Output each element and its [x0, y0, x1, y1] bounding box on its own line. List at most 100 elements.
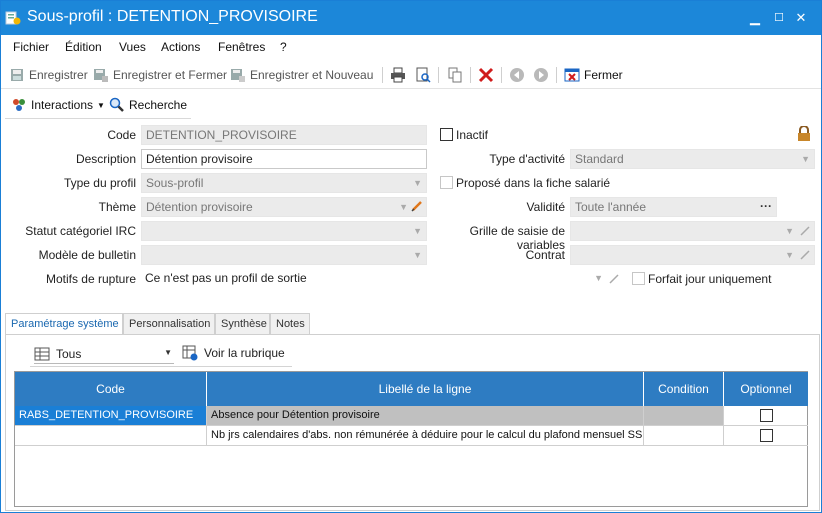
close-label: Fermer: [584, 68, 623, 82]
validite-value: Toute l'année: [575, 200, 647, 214]
contrat-select[interactable]: ▼: [570, 245, 815, 265]
description-label: Description: [75, 152, 136, 166]
table-row-condition[interactable]: [644, 426, 724, 446]
validite-label: Validité: [526, 200, 565, 214]
search-button[interactable]: Recherche: [109, 97, 187, 113]
previous-icon[interactable]: [509, 67, 525, 83]
window: Sous-profil : DETENTION_PROVISOIRE ▁ ☐ ✕…: [0, 0, 822, 513]
save-close-button[interactable]: Enregistrer et Fermer: [93, 65, 227, 85]
type-activite-select[interactable]: Standard ▼: [570, 149, 815, 169]
code-label: Code: [107, 128, 136, 142]
type-activite-value: Standard: [575, 152, 624, 166]
description-field[interactable]: Détention provisoire: [141, 149, 427, 169]
table-row-code[interactable]: [15, 426, 207, 446]
save-new-button[interactable]: Enregistrer et Nouveau: [230, 65, 373, 85]
inactif-checkbox[interactable]: [440, 128, 453, 141]
chevron-down-icon: ▼: [164, 348, 172, 357]
menu-vues[interactable]: Vues: [119, 40, 146, 54]
type-activite-label: Type d'activité: [489, 152, 565, 166]
tab-parametrage-systeme[interactable]: Paramétrage système: [5, 313, 123, 336]
view-rubrique-icon: [182, 345, 198, 361]
column-header-code[interactable]: Code: [15, 372, 207, 406]
menu-actions[interactable]: Actions: [161, 40, 200, 54]
motifs-rupture-select[interactable]: Ce n'est pas un profil de sortie ▼: [141, 269, 623, 289]
theme-label: Thème: [98, 200, 136, 214]
close-window-button[interactable]: ✕: [791, 9, 811, 27]
next-icon[interactable]: [533, 67, 549, 83]
menu-help[interactable]: ?: [280, 40, 287, 54]
tab-personnalisation[interactable]: Personnalisation: [123, 313, 215, 335]
edit-pencil-icon[interactable]: [411, 200, 423, 212]
close-button[interactable]: Fermer: [564, 65, 623, 85]
tab-notes[interactable]: Notes: [270, 313, 310, 335]
copy-icon[interactable]: [447, 67, 463, 83]
toolbar-separator: [438, 67, 439, 83]
motifs-rupture-value: Ce n'est pas un profil de sortie: [145, 271, 307, 285]
contrat-label: Contrat: [525, 248, 565, 262]
table-row-libelle[interactable]: Absence pour Détention provisoire: [207, 406, 644, 426]
modele-bulletin-label: Modèle de bulletin: [38, 248, 136, 262]
interactions-button[interactable]: Interactions ▼: [11, 97, 105, 113]
search-label: Recherche: [129, 98, 188, 112]
type-profil-select[interactable]: Sous-profil ▼: [141, 173, 427, 193]
save-new-icon: [231, 69, 245, 82]
modele-bulletin-select[interactable]: ▼: [141, 245, 427, 265]
table-row-libelle[interactable]: Nb jrs calendaires d'abs. non rémunérée …: [207, 426, 644, 446]
column-header-optionnel[interactable]: Optionnel: [724, 372, 808, 406]
print-preview-icon[interactable]: [415, 67, 431, 83]
propose-checkbox[interactable]: [440, 176, 453, 189]
statut-irc-select[interactable]: ▼: [141, 221, 427, 241]
forfait-checkbox[interactable]: [632, 272, 645, 285]
table-row-code[interactable]: RABS_DETENTION_PROVISOIRE: [15, 406, 207, 426]
save-label: Enregistrer: [29, 68, 88, 82]
save-icon: [11, 69, 23, 81]
dropdown-arrow-icon: ▼: [399, 202, 408, 212]
menu-fenetres[interactable]: Fenêtres: [218, 40, 265, 54]
maximize-button[interactable]: ☐: [769, 9, 789, 27]
voir-rubrique-label: Voir la rubrique: [204, 346, 285, 360]
ellipsis-button[interactable]: ···: [760, 199, 772, 213]
title-bar[interactable]: Sous-profil : DETENTION_PROVISOIRE ▁ ☐ ✕: [1, 1, 821, 35]
dropdown-arrow-icon: ▼: [413, 250, 422, 260]
interactions-label: Interactions: [31, 98, 94, 112]
edit-pencil-icon[interactable]: [608, 273, 620, 285]
minimize-button[interactable]: ▁: [745, 9, 765, 27]
save-close-label: Enregistrer et Fermer: [113, 68, 228, 82]
edit-pencil-icon[interactable]: [799, 225, 811, 237]
panel-toolbar: Tous ▼ Voir la rubrique: [30, 343, 292, 367]
voir-rubrique-button[interactable]: Voir la rubrique: [182, 345, 285, 361]
theme-select[interactable]: Détention provisoire ▼: [141, 197, 427, 217]
inactif-label: Inactif: [456, 128, 489, 142]
delete-icon[interactable]: [478, 67, 494, 83]
close-form-icon: [564, 68, 580, 82]
dropdown-arrow-icon: ▼: [594, 273, 603, 283]
validite-field[interactable]: Toute l'année ···: [570, 197, 777, 217]
tab-synthese[interactable]: Synthèse: [215, 313, 270, 335]
search-icon: [109, 97, 124, 112]
table-row-condition[interactable]: [644, 406, 724, 426]
menu-fichier[interactable]: Fichier: [13, 40, 49, 54]
window-title: Sous-profil : DETENTION_PROVISOIRE: [27, 8, 318, 25]
main-toolbar: Enregistrer Enregistrer et Fermer Enregi…: [1, 61, 821, 89]
filter-combo[interactable]: Tous ▼: [34, 345, 174, 364]
code-field[interactable]: DETENTION_PROVISOIRE: [141, 125, 427, 145]
optionnel-checkbox[interactable]: [760, 409, 773, 422]
app-icon: [5, 11, 21, 25]
dropdown-arrow-icon: ▼: [801, 154, 810, 164]
print-icon[interactable]: [390, 67, 406, 83]
menu-edition[interactable]: Édition: [65, 40, 102, 54]
save-button[interactable]: Enregistrer: [9, 65, 88, 85]
type-profil-value: Sous-profil: [146, 176, 204, 190]
type-profil-label: Type du profil: [63, 176, 136, 190]
column-header-libelle[interactable]: Libellé de la ligne: [207, 372, 644, 406]
table-row-optionnel: [724, 406, 808, 426]
column-header-condition[interactable]: Condition: [644, 372, 724, 406]
edit-pencil-icon[interactable]: [799, 249, 811, 261]
table-icon: [34, 347, 50, 361]
filter-value: Tous: [56, 347, 82, 361]
optionnel-checkbox[interactable]: [760, 429, 773, 442]
secondary-toolbar: Interactions ▼ Recherche: [5, 93, 191, 119]
grille-select[interactable]: ▼: [570, 221, 815, 241]
toolbar-separator: [501, 67, 502, 83]
lock-icon: [798, 126, 810, 141]
